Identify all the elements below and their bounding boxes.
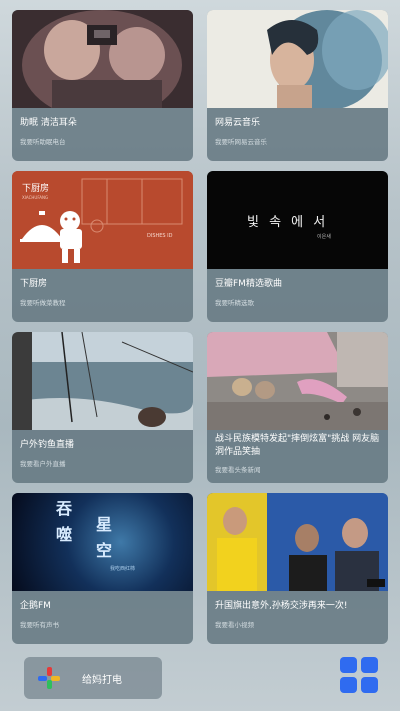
- thumbnail-char: 噬: [56, 525, 73, 544]
- plus-icon: [38, 667, 60, 689]
- thumbnail-text: 빛 속 에 서: [247, 215, 329, 230]
- thumbnail-small-text: 이은새: [317, 234, 331, 240]
- card-subtitle: 我要看小视频: [215, 621, 254, 629]
- thumbnail-brand: XIACHUFANG: [22, 195, 49, 200]
- thumbnail: [207, 493, 388, 591]
- content-grid: 助眠 清洁耳朵 我要听助眠电台 网易云音乐 我要听网易云音乐 下厨房 XIACH…: [12, 10, 388, 644]
- thumbnail-char: 空: [96, 541, 113, 560]
- thumbnail: 빛 속 에 서 이은새: [207, 171, 388, 269]
- card-subtitle: 我要听有声书: [20, 621, 59, 629]
- call-label: 给妈打电: [82, 674, 122, 686]
- card-sleep-ear-cleaning[interactable]: 助眠 清洁耳朵 我要听助眠电台: [12, 10, 193, 161]
- thumbnail: 吞 噬 星 空 我吃西红柿: [12, 493, 193, 591]
- card-qq-fm[interactable]: 吞 噬 星 空 我吃西红柿 企鹅FM 我要听有声书: [12, 493, 193, 644]
- thumbnail: [207, 10, 388, 108]
- card-douban-fm[interactable]: 빛 속 에 서 이은새 豆瓣FM精选歌曲 我要听精选歌: [207, 171, 388, 322]
- card-short-video-flag[interactable]: 升国旗出意外,孙杨交涉再来一次! 我要看小视频: [207, 493, 388, 644]
- card-title: 下厨房: [20, 279, 48, 289]
- thumbnail-author: 我吃西红柿: [110, 566, 136, 572]
- card-xiachufang[interactable]: 下厨房 XIACHUFANG DISHES ID 下厨房 我要听做菜教程: [12, 171, 193, 322]
- card-title: 网易云音乐: [215, 118, 261, 128]
- thumbnail: 下厨房 XIACHUFANG DISHES ID: [12, 171, 193, 269]
- thumbnail-char: 吞: [56, 499, 73, 518]
- card-subtitle: 我要听做菜教程: [20, 299, 66, 307]
- card-subtitle: 我要看户外直播: [20, 460, 66, 468]
- card-title: 战斗民族模特发起"摔倒炫富"挑战 网友脑洞作品笑抽: [215, 434, 380, 457]
- card-news-falling-challenge[interactable]: 战斗民族模特发起"摔倒炫富"挑战 网友脑洞作品笑抽 我要看头条新闻: [207, 332, 388, 483]
- thumbnail-char: 星: [96, 515, 113, 534]
- card-title: 企鹅FM: [20, 601, 51, 611]
- card-subtitle: 我要看头条新闻: [215, 466, 261, 474]
- thumbnail: [12, 10, 193, 108]
- card-title: 户外钓鱼直播: [20, 440, 75, 450]
- apps-grid-icon[interactable]: [340, 657, 380, 693]
- thumbnail-side-text: DISHES ID: [147, 233, 173, 239]
- call-mom-button[interactable]: 给妈打电: [24, 657, 162, 699]
- thumbnail-heading: 下厨房: [22, 184, 50, 194]
- card-netease-music[interactable]: 网易云音乐 我要听网易云音乐: [207, 10, 388, 161]
- thumbnail: [207, 332, 388, 430]
- card-outdoor-fishing[interactable]: 户外钓鱼直播 我要看户外直播: [12, 332, 193, 483]
- card-title: 升国旗出意外,孙杨交涉再来一次!: [215, 601, 348, 611]
- card-subtitle: 我要听助眠电台: [20, 138, 66, 146]
- card-subtitle: 我要听精选歌: [215, 299, 254, 307]
- thumbnail: [12, 332, 193, 430]
- card-title: 豆瓣FM精选歌曲: [215, 279, 282, 289]
- card-title: 助眠 清洁耳朵: [20, 118, 77, 128]
- card-subtitle: 我要听网易云音乐: [215, 138, 267, 146]
